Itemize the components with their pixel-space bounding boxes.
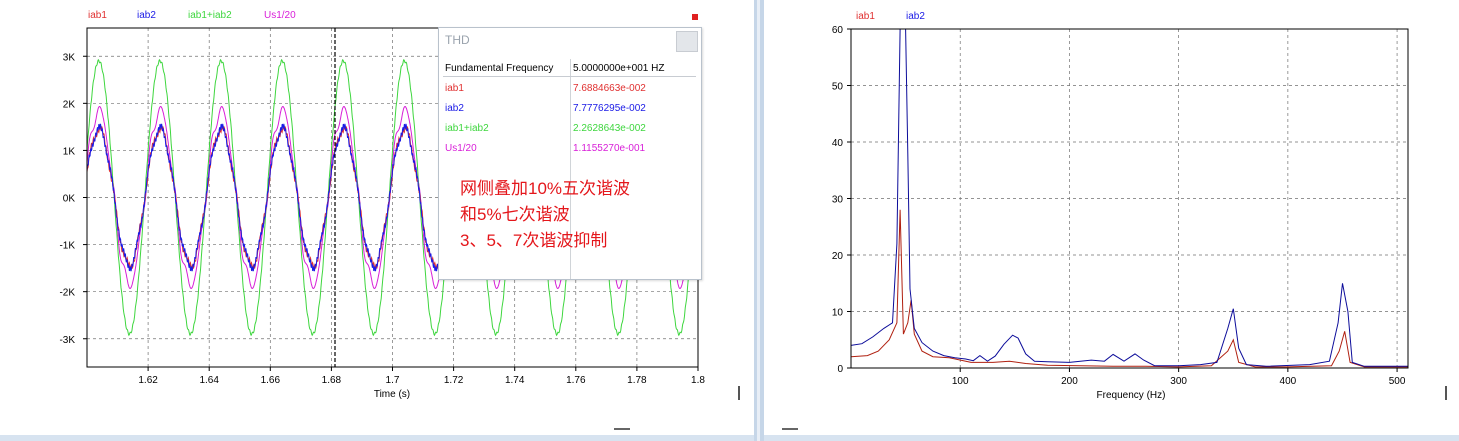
spectrum-y-tick-label: 0 <box>837 364 843 375</box>
thd-row-us-value: 1.1155270e-001 <box>573 143 646 154</box>
spectrum-y-tick-label: 60 <box>832 25 844 36</box>
thd-row-iab2-value: 7.7776295e-002 <box>573 103 646 114</box>
spectrum-x-axis-label: Frequency (Hz) <box>1097 390 1166 401</box>
y-tick-label: -2K <box>59 288 75 299</box>
x-tick-label: 1.76 <box>566 375 586 386</box>
x-tick-label: 1.7 <box>386 375 400 386</box>
y-tick-label: 3K <box>63 52 76 63</box>
spectrum-series-iab1 <box>850 209 1408 368</box>
red-marker-icon[interactable] <box>692 14 698 20</box>
x-tick-label: 1.8 <box>691 375 705 386</box>
y-tick-label: 0K <box>63 194 76 205</box>
x-tick-label: 1.74 <box>505 375 525 386</box>
thd-row-iab1-value: 7.6884663e-002 <box>573 83 646 94</box>
legend-iab1: iab1 <box>88 10 107 21</box>
spectrum-y-tick-label: 20 <box>832 251 844 262</box>
spectrum-panel-bottom-bar <box>764 435 1459 441</box>
spectrum-legend-iab1: iab1 <box>856 11 875 22</box>
spectrum-y-tick-label: 10 <box>832 308 844 319</box>
spectrum-scroll-grip[interactable] <box>1445 386 1447 400</box>
thd-row-sum-value: 2.2628643e-002 <box>573 123 646 134</box>
spectrum-x-tick-label: 200 <box>1061 376 1078 387</box>
annotation-text: 网侧叠加10%五次谐波 和5%七次谐波 3、5、7次谐波抑制 <box>460 179 631 250</box>
x-tick-label: 1.78 <box>627 375 647 386</box>
x-tick-label: 1.72 <box>444 375 464 386</box>
panel-splitter[interactable] <box>754 0 764 441</box>
spectrum-x-tick-label: 500 <box>1389 376 1406 387</box>
thd-title: THD <box>445 33 470 47</box>
spectrum-resize-handle[interactable] <box>782 428 798 430</box>
resize-handle[interactable] <box>614 428 630 430</box>
spectrum-y-tick-label: 30 <box>832 195 844 206</box>
thd-row-iab2-label: iab2 <box>445 103 464 114</box>
spectrum-y-tick-label: 50 <box>832 82 844 93</box>
thd-header-value: 5.0000000e+001 HZ <box>573 63 665 74</box>
spectrum-legend-iab2: iab2 <box>906 11 925 22</box>
spectrum-y-tick-label: 40 <box>832 138 844 149</box>
y-tick-label: -3K <box>59 335 75 346</box>
spectrum-x-tick-label: 400 <box>1280 376 1297 387</box>
thd-header-label: Fundamental Frequency <box>445 63 554 74</box>
thd-row-sum-label: iab1+iab2 <box>445 123 489 134</box>
scroll-grip[interactable] <box>738 386 740 400</box>
frequency-domain-panel: 100 200 300 400 500 60 50 40 30 20 10 0 Frequency … <box>764 0 1459 441</box>
legend-iab1-iab2: iab1+iab2 <box>188 10 232 21</box>
y-tick-label: -1K <box>59 241 75 252</box>
x-tick-label: 1.64 <box>199 375 219 386</box>
time-domain-panel: 1.62 1.64 1.66 1.68 1.7 1.72 1.74 1.76 1.78 1.8 3… <box>0 0 754 441</box>
thd-row-us-label: Us1/20 <box>445 143 477 154</box>
spectrum-chart: 100 200 300 400 500 6050403020100 Frequency … <box>832 11 1409 401</box>
spectrum-x-tick-label: 100 <box>952 376 969 387</box>
thd-header-separator <box>443 76 696 77</box>
thd-close-button[interactable] <box>676 31 698 52</box>
thd-dialog: THD Fundamental Frequency 5.0000000e+001… <box>438 27 702 280</box>
x-axis-label: Time (s) <box>374 389 410 400</box>
spectrum-series-iab2 <box>850 28 1408 367</box>
thd-row-iab1-label: iab1 <box>445 83 464 94</box>
spectrum-x-tick-label: 300 <box>1170 376 1187 387</box>
panel-bottom-bar <box>0 435 754 441</box>
x-tick-label: 1.62 <box>138 375 158 386</box>
x-tick-label: 1.66 <box>261 375 281 386</box>
y-tick-label: 2K <box>63 99 76 110</box>
y-tick-label: 1K <box>63 146 76 157</box>
legend-us1-20: Us1/20 <box>264 10 296 21</box>
x-tick-label: 1.68 <box>322 375 342 386</box>
legend-iab2: iab2 <box>137 10 156 21</box>
